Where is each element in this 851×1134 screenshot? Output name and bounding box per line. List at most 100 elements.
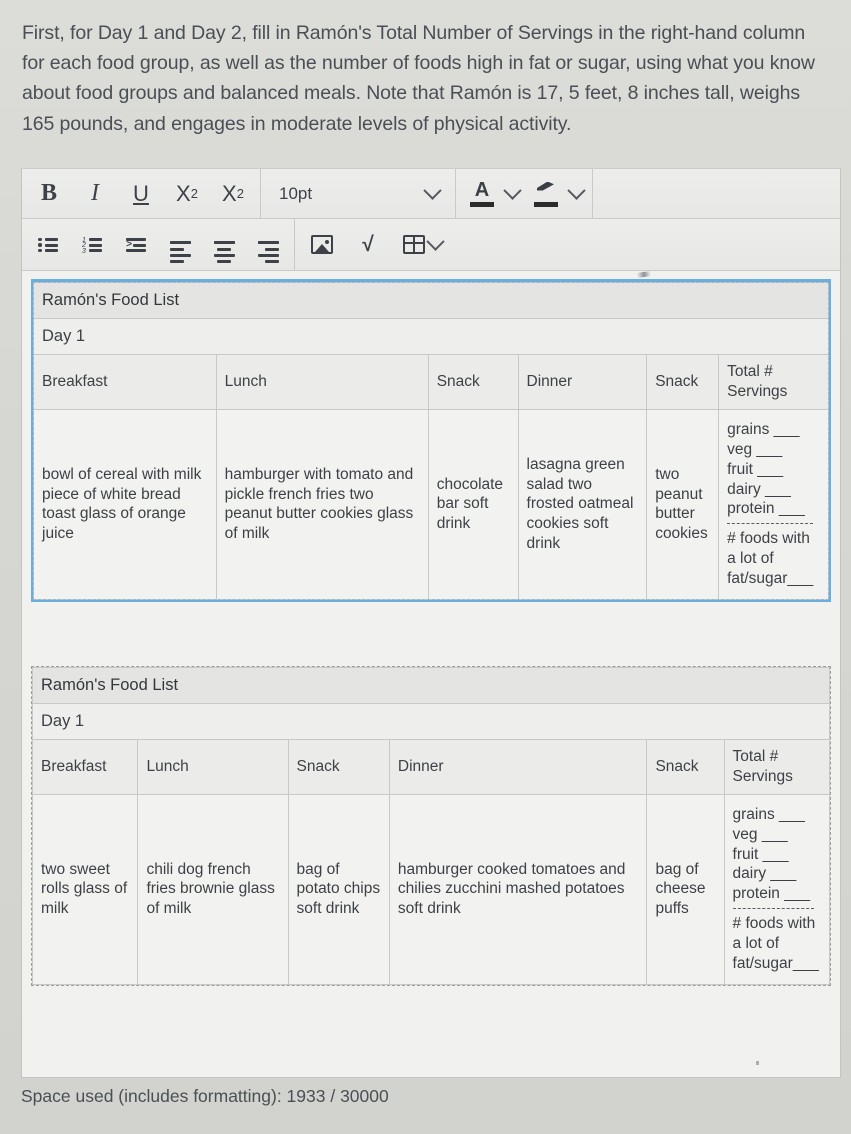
image-icon	[311, 235, 333, 254]
insert-equation-button[interactable]: √	[345, 219, 391, 270]
highlighter-pen-glyph	[534, 181, 558, 200]
cell-dinner[interactable]: hamburger cooked tomatoes and chilies zu…	[388, 793, 648, 985]
square-root-icon: √	[362, 232, 374, 256]
total-grains: grains ___	[732, 805, 805, 823]
align-center-button[interactable]	[202, 219, 246, 270]
cell-total-servings[interactable]: grains ___ veg ___ fruit ___ dairy ___ p…	[723, 793, 831, 985]
cell-snack-2[interactable]: bag of cheese puffs	[646, 793, 725, 985]
total-veg: veg ___	[732, 825, 788, 843]
toolbar-group-empty-right	[593, 169, 840, 218]
totals-divider	[732, 908, 814, 910]
align-center-icon	[213, 241, 235, 263]
space-used-status: Space used (includes formatting): 1933 /…	[21, 1086, 389, 1106]
toolbar-row-paragraph: 1 2 3 > √	[22, 219, 840, 271]
text-color-icon[interactable]: A	[465, 169, 499, 218]
cell-lunch[interactable]: chili dog french fries brownie glass of …	[137, 793, 289, 985]
column-header-lunch: Lunch	[137, 739, 289, 795]
table-day-label: Day 1	[33, 318, 829, 356]
paragraph-gap[interactable]	[22, 602, 840, 666]
indent-button[interactable]: >	[114, 219, 158, 270]
bold-button[interactable]: B	[26, 169, 72, 218]
column-header-lunch: Lunch	[215, 354, 429, 410]
food-list-table-1-wrapper[interactable]: Ramón's Food List Day 1 Breakfast Lunch …	[31, 279, 831, 602]
toolbar-group-font-size: 10pt	[261, 169, 456, 218]
cell-breakfast[interactable]: bowl of cereal with milk piece of white …	[33, 408, 217, 600]
page-root: First, for Day 1 and Day 2, fill in Ramó…	[0, 0, 851, 1134]
chevron-down-icon[interactable]	[503, 181, 522, 200]
column-header-breakfast: Breakfast	[31, 739, 139, 795]
question-prompt: First, for Day 1 and Day 2, fill in Ramó…	[22, 22, 815, 135]
font-size-value: 10pt	[279, 183, 313, 203]
cell-lunch[interactable]: hamburger with tomato and pickle french …	[215, 408, 429, 600]
indent-icon: >	[126, 237, 146, 253]
highlight-color-swatch	[534, 201, 558, 207]
total-protein: protein ___	[732, 885, 811, 903]
subscript-button[interactable]: X2	[210, 169, 256, 218]
food-list-table-1[interactable]: Ramón's Food List Day 1 Breakfast Lunch …	[33, 281, 829, 600]
table-body-row: two sweet rolls glass of milk chili dog …	[31, 793, 831, 985]
bullet-list-icon	[38, 237, 58, 253]
toolbar-group-text-style: B I U X2 X2	[22, 169, 261, 218]
totals-divider	[727, 523, 813, 525]
column-header-snack-2: Snack	[646, 739, 725, 795]
align-left-icon	[169, 241, 191, 263]
toolbar-group-insert: √	[295, 219, 840, 270]
table-body-row: bowl of cereal with milk piece of white …	[33, 408, 829, 600]
cell-dinner[interactable]: lasagna green salad two frosted oatmeal …	[517, 408, 648, 600]
toolbar-group-colors: A	[456, 169, 593, 218]
column-header-total-servings: Total # Servings	[718, 354, 829, 410]
superscript-exponent: 2	[190, 186, 198, 201]
highlighter-icon[interactable]	[529, 169, 563, 218]
toolbar-row-formatting: B I U X2 X2 10pt A	[22, 169, 840, 219]
text-color-letter: A	[474, 179, 490, 201]
highlight-color-control[interactable]	[524, 169, 588, 218]
numbered-list-button[interactable]: 1 2 3	[70, 219, 114, 270]
total-fat-sugar: # foods with a lot of fat/sugar___	[732, 915, 819, 972]
total-dairy: dairy ___	[732, 865, 797, 883]
italic-button[interactable]: I	[72, 169, 118, 218]
chevron-down-icon	[423, 181, 442, 200]
table-header-row: Breakfast Lunch Snack Dinner Snack Total…	[33, 354, 829, 410]
text-color-control[interactable]: A	[460, 169, 524, 218]
table-day-row: Day 1	[33, 318, 829, 356]
superscript-button[interactable]: X2	[164, 169, 210, 218]
total-dairy: dairy ___	[727, 480, 791, 498]
total-grains: grains ___	[727, 421, 800, 439]
underline-button[interactable]: U	[118, 169, 164, 218]
table-title-row: Ramón's Food List	[33, 281, 829, 320]
table-day-row: Day 1	[32, 702, 830, 741]
table-header-row: Breakfast Lunch Snack Dinner Snack Total…	[31, 739, 831, 795]
total-fruit: fruit ___	[727, 460, 784, 478]
chevron-down-icon[interactable]	[567, 181, 586, 200]
column-header-total-servings: Total # Servings	[723, 739, 831, 795]
table-icon	[403, 235, 425, 254]
cell-total-servings[interactable]: grains ___ veg ___ fruit ___ dairy ___ p…	[718, 408, 829, 600]
column-header-breakfast: Breakfast	[33, 354, 217, 410]
numbered-list-icon: 1 2 3	[82, 237, 102, 255]
food-list-table-2[interactable]: Ramón's Food List Day 1 Breakfast Lunch …	[31, 666, 831, 985]
column-header-snack-2: Snack	[646, 354, 720, 410]
toolbar-group-lists-align: 1 2 3 >	[22, 219, 295, 270]
screen-speck	[756, 1061, 759, 1065]
cell-snack-1[interactable]: chocolate bar soft drink	[427, 408, 519, 600]
total-fat-sugar: # foods with a lot of fat/sugar___	[727, 530, 814, 587]
align-left-button[interactable]	[158, 219, 202, 270]
table-title: Ramón's Food List	[33, 281, 829, 320]
font-size-select[interactable]: 10pt	[265, 169, 451, 218]
food-list-table-2-wrapper[interactable]: Ramón's Food List Day 1 Breakfast Lunch …	[31, 665, 831, 986]
column-header-dinner: Dinner	[388, 739, 648, 795]
column-header-snack-1: Snack	[287, 739, 390, 795]
column-header-dinner: Dinner	[517, 354, 648, 410]
table-day-label: Day 1	[32, 702, 830, 741]
align-right-icon	[257, 241, 279, 263]
align-right-button[interactable]	[246, 219, 290, 270]
insert-image-button[interactable]	[299, 219, 345, 270]
cell-breakfast[interactable]: two sweet rolls glass of milk	[31, 793, 139, 985]
superscript-base: X	[176, 180, 191, 206]
document-canvas[interactable]: Ramón's Food List Day 1 Breakfast Lunch …	[22, 271, 840, 1077]
bullet-list-button[interactable]	[26, 219, 70, 270]
cell-snack-1[interactable]: bag of potato chips soft drink	[287, 793, 390, 985]
cell-snack-2[interactable]: two peanut butter cookies	[646, 408, 720, 600]
table-title: Ramón's Food List	[32, 666, 830, 704]
total-protein: protein ___	[727, 500, 805, 518]
